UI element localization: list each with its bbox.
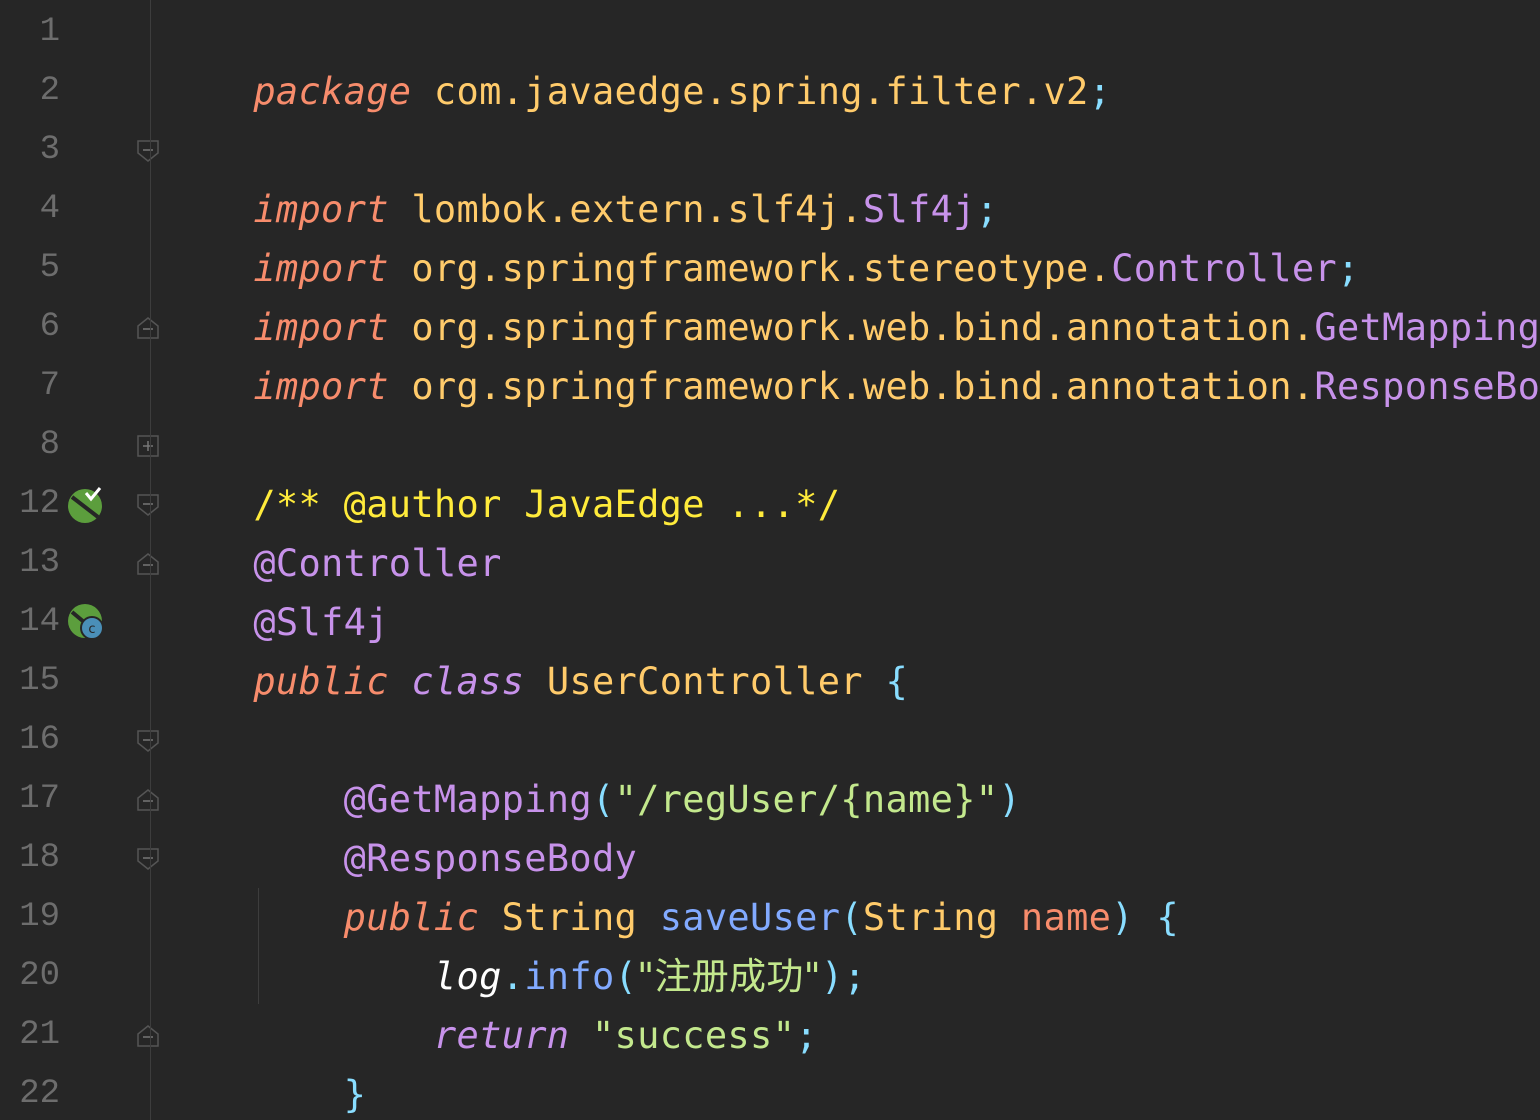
line-number: 17 [19, 780, 60, 818]
string-literal: "success" [591, 1014, 796, 1057]
class-name: ResponseBody [1314, 365, 1540, 408]
fold-marker-icon[interactable] [137, 848, 159, 870]
code-line-21[interactable]: } [163, 1006, 366, 1116]
code-line-19[interactable]: log.info("注册成功"); [163, 888, 866, 998]
code-line-13[interactable]: @Slf4j [163, 534, 389, 644]
svg-text:c: c [88, 622, 95, 637]
keyword: package [253, 70, 412, 113]
code-line-5[interactable]: import org.springframework.web.bind.anno… [163, 239, 1540, 349]
keyword: return [433, 1014, 570, 1057]
keyword: class [411, 660, 525, 703]
punctuation: ; [795, 1014, 818, 1057]
parameter-name: name [1020, 896, 1112, 939]
fold-end-icon[interactable] [137, 1025, 159, 1047]
line-number: 20 [19, 957, 60, 995]
fold-end-icon[interactable] [137, 789, 159, 811]
type-name: String [862, 896, 1021, 939]
code-line-20[interactable]: return "success"; [163, 947, 818, 1057]
line-number: 2 [39, 72, 60, 110]
line-number: 13 [19, 544, 60, 582]
code-line-14[interactable]: public class UserController { [163, 593, 908, 703]
line-number: 3 [39, 131, 60, 169]
string-literal: "/regUser/{name}" [614, 778, 999, 821]
code-line-6[interactable]: import org.springframework.web.bind.anno… [163, 298, 1540, 408]
punctuation: ); [820, 955, 867, 998]
line-number: 6 [39, 308, 60, 346]
punctuation: ) { [1111, 896, 1179, 939]
fold-end-icon[interactable] [137, 317, 159, 339]
keyword: import [253, 365, 389, 408]
line-number: 8 [39, 426, 60, 464]
line-number: 21 [19, 1016, 60, 1054]
line-number: 7 [39, 367, 60, 405]
code-line-12[interactable]: @Controller [163, 475, 502, 585]
line-number: 15 [19, 662, 60, 700]
code-line-1[interactable]: package com.javaedge.spring.filter.v2; [163, 3, 1111, 113]
line-number: 14 [19, 603, 60, 641]
spring-class-icon[interactable]: c [66, 602, 106, 642]
fold-marker-icon[interactable] [137, 140, 159, 162]
code-line-17[interactable]: @ResponseBody [163, 770, 637, 880]
class-name: UserController [524, 660, 886, 703]
line-number: 12 [19, 485, 60, 523]
code-line-22[interactable]: } [163, 1065, 276, 1120]
line-number: 19 [19, 898, 60, 936]
fold-marker-icon[interactable] [137, 730, 159, 752]
code-editor[interactable]: 1 2 3 4 5 6 7 8 12 13 14 15 16 17 18 19 … [0, 0, 1540, 1120]
fold-marker-icon[interactable] [137, 494, 159, 516]
line-number: 4 [39, 190, 60, 228]
punctuation: ; [1088, 70, 1112, 113]
code-line-4[interactable]: import org.springframework.stereotype.Co… [163, 180, 1360, 290]
spring-bean-icon[interactable] [66, 485, 106, 525]
indent-guide [150, 0, 151, 1120]
code-line-18[interactable]: public String saveUser(String name) { [163, 829, 1179, 939]
punctuation: { [885, 660, 909, 703]
punctuation: ) [998, 778, 1021, 821]
expand-marker-icon[interactable] [137, 435, 159, 457]
line-number: 5 [39, 249, 60, 287]
fold-end-icon[interactable] [137, 553, 159, 575]
keyword: public [253, 660, 389, 703]
code-line-16[interactable]: @GetMapping("/regUser/{name}") [163, 711, 1021, 821]
editor-gutter: 1 2 3 4 5 6 7 8 12 13 14 15 16 17 18 19 … [0, 0, 160, 1120]
package-name: org.springframework.web.bind.annotation. [388, 365, 1315, 408]
line-number: 22 [19, 1075, 60, 1113]
code-line-8[interactable]: /** @author JavaEdge ...*/ [163, 416, 840, 526]
package-name: com.javaedge.spring.filter.v2 [411, 70, 1089, 113]
line-number: 18 [19, 839, 60, 877]
code-line-3[interactable]: import lombok.extern.slf4j.Slf4j; [163, 121, 998, 231]
line-number: 1 [39, 13, 60, 51]
line-number: 16 [19, 721, 60, 759]
